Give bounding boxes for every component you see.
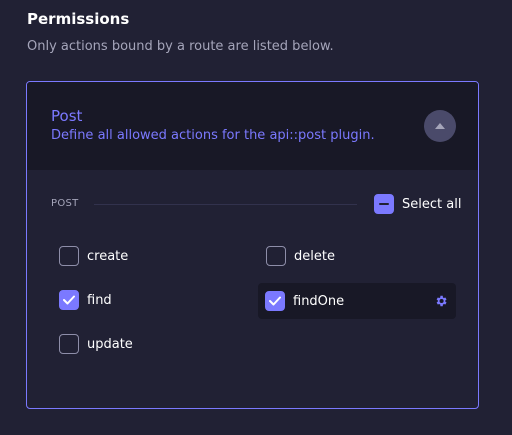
select-all-label: Select all xyxy=(402,196,462,212)
select-all-box[interactable] xyxy=(374,194,394,214)
panel-header[interactable]: Post Define all allowed actions for the … xyxy=(27,82,478,170)
page-subtitle: Only actions bound by a route are listed… xyxy=(27,39,334,54)
checkbox-findone[interactable] xyxy=(265,291,285,311)
checkbox-update[interactable] xyxy=(59,334,79,354)
checkbox-create[interactable] xyxy=(59,246,79,266)
section-divider xyxy=(94,204,357,205)
checkbox-delete[interactable] xyxy=(266,246,286,266)
gear-icon[interactable] xyxy=(434,294,448,308)
permission-findone[interactable]: findOne xyxy=(258,283,456,319)
permission-label-find: find xyxy=(87,292,112,308)
permission-find[interactable]: find xyxy=(59,282,112,318)
minus-icon xyxy=(379,203,389,205)
checkbox-find[interactable] xyxy=(59,290,79,310)
permission-label-update: update xyxy=(87,336,133,352)
panel-title: Post xyxy=(51,107,83,125)
collapse-button[interactable] xyxy=(424,110,456,142)
permission-update[interactable]: update xyxy=(59,326,133,362)
permission-create[interactable]: create xyxy=(59,238,128,274)
chevron-up-icon xyxy=(435,123,445,129)
permission-label-create: create xyxy=(87,248,129,264)
page-title: Permissions xyxy=(27,10,130,28)
select-all-checkbox[interactable]: Select all xyxy=(374,194,461,214)
permission-label-findone: findOne xyxy=(293,293,345,309)
section-label: POST xyxy=(51,198,79,209)
permission-delete[interactable]: delete xyxy=(266,238,335,274)
checkmark-icon xyxy=(269,296,281,306)
permissions-panel-post: Post Define all allowed actions for the … xyxy=(26,81,479,409)
panel-description: Define all allowed actions for the api::… xyxy=(51,128,375,143)
checkmark-icon xyxy=(63,295,75,305)
permission-label-delete: delete xyxy=(294,248,335,264)
